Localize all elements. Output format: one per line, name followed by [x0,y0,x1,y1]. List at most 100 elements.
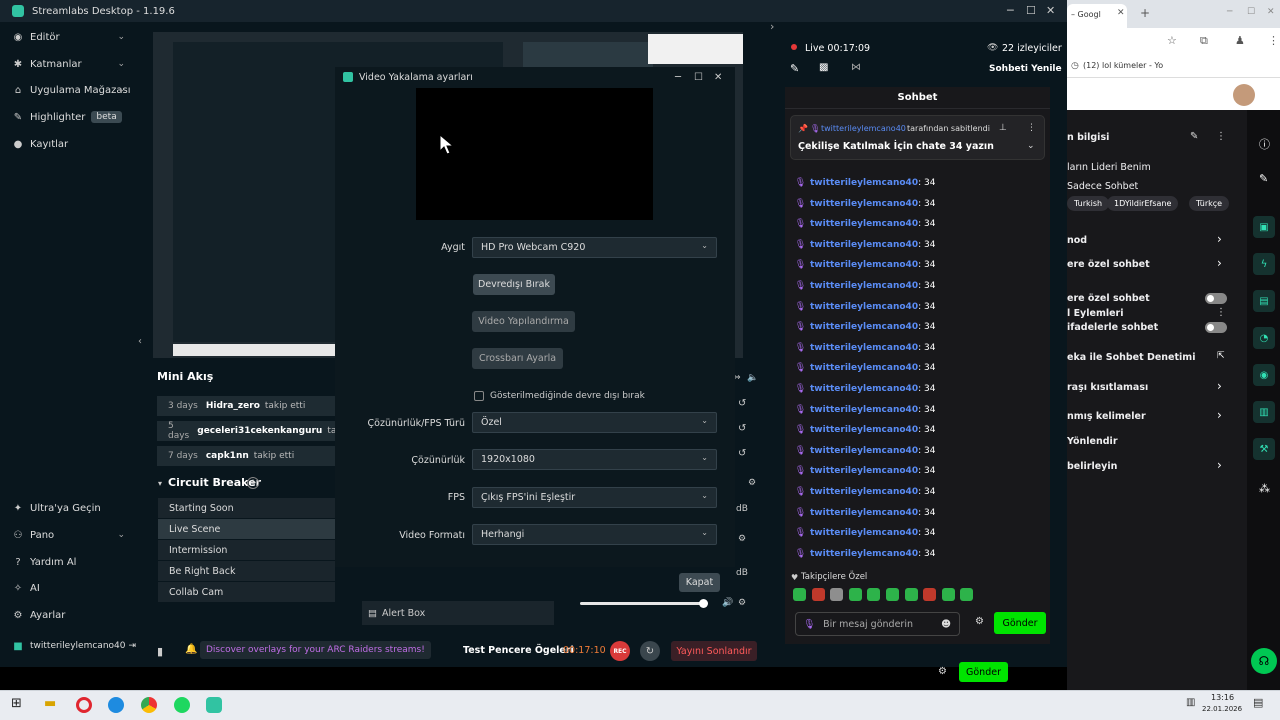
volume-slider[interactable] [580,602,705,605]
chevron-down-icon[interactable]: ⌄ [1027,141,1035,151]
toggle-switch[interactable] [1205,293,1227,304]
quick-action-item[interactable]: nmış kelimeler › [1067,408,1237,425]
refresh-chat-button[interactable]: Sohbeti Yenile [989,64,1062,74]
bookmark-item[interactable]: (12) lol kümeler - Yo [1083,61,1163,70]
feed-row[interactable]: 7 days capk1nn takip etti [157,446,337,466]
store-icon[interactable]: ▩ [819,62,828,73]
promo-banner[interactable]: Discover overlays for your ARC Raiders s… [200,641,431,659]
chat-message[interactable]: 🎙 twitterileylemcano40: 34 [795,197,1036,211]
scene-item[interactable]: Starting Soon [158,498,335,518]
chat-message[interactable]: 🎙 twitterileylemcano40: 34 [795,444,1036,458]
scene-item-active[interactable]: Live Scene [158,519,335,539]
quick-action-item[interactable]: belirleyin › [1067,458,1237,475]
chat-message[interactable]: 🎙 twitterileylemcano40: 34 [795,258,1036,272]
device-select[interactable]: HD Pro Webcam C920 ⌄ [472,237,717,258]
chat-username[interactable]: twitterileylemcano40 [810,549,918,559]
edit-icon[interactable]: ✎ [1190,131,1198,142]
collapse-right-icon[interactable]: › [770,20,774,33]
emoji-icon[interactable]: ☻ [941,619,951,630]
collapse-icon[interactable]: ▾ [158,479,162,488]
reset-icon[interactable]: ↺ [738,423,746,434]
chat-username[interactable]: twitterileylemcano40 [810,405,918,415]
sidebar-item-ultra[interactable]: ✦ Ultra'ya Geçin [0,498,137,518]
windows-start-icon[interactable]: ⊞ [11,696,22,711]
gear-icon[interactable]: ⚙ [738,534,746,544]
chat-username[interactable]: twitterileylemcano40 [810,219,918,229]
chat-username[interactable]: twitterileylemcano40 [810,240,918,250]
collapse-left-icon[interactable]: ‹ [138,336,142,347]
minimize-icon[interactable]: ─ [675,72,681,83]
sidebar-item-highlighter[interactable]: ✎ Highlighter beta [0,107,137,127]
source-item[interactable]: ▤ Alert Box [362,601,554,625]
chat-username[interactable]: twitterileylemcano40 [810,363,918,373]
chat-message[interactable]: 🎙 twitterileylemcano40: 34 [795,238,1036,252]
sidebar-item-app-store[interactable]: ⌂ Uygulama Mağazası ⌄ [0,80,137,100]
video-format-select[interactable]: Herhangi ⌄ [472,524,717,545]
notifications-icon[interactable]: ▤ [1253,696,1263,709]
new-tab-icon[interactable]: + [1140,6,1150,20]
chat-username[interactable]: twitterileylemcano40 [810,528,918,538]
chat-username[interactable]: twitterileylemcano40 [810,281,918,291]
chat-username[interactable]: twitterileylemcano40 [810,260,918,270]
replay-buffer-icon[interactable]: ↻ [640,641,660,661]
minimize-icon[interactable]: ─ [1227,7,1232,17]
quick-action-item[interactable]: ere özel sohbet › [1067,256,1237,273]
reset-icon[interactable]: ↺ [738,398,746,409]
edge-icon[interactable] [108,697,124,713]
fps-select[interactable]: Çıkış FPS'ini Eşleştir ⌄ [472,487,717,508]
stream-manager-icon[interactable]: ▣ [1253,216,1275,238]
disable-when-hidden-checkbox[interactable] [474,391,484,401]
chat-message[interactable]: 🎙 twitterileylemcano40: 34 [795,423,1036,437]
extension-icon[interactable]: ♟ [1235,34,1245,47]
emote-icon[interactable] [923,588,937,601]
scene-item[interactable]: Collab Cam [158,582,335,602]
feed-row[interactable]: 5 days geceleri31cekenkanguru takip [157,421,337,441]
sidebar-item-help[interactable]: ? Yardım Al [0,552,137,572]
scene-item[interactable]: Intermission [158,540,335,560]
chat-message[interactable]: 🎙 twitterileylemcano40: 34 [795,403,1036,417]
close-icon[interactable]: ✕ [1267,7,1275,17]
sidebar-item-layers[interactable]: ✱ Katmanlar ⌄ [0,54,137,74]
chat-username[interactable]: twitterileylemcano40 [810,466,918,476]
test-widgets-button[interactable]: Test Pencere Ögeleri [463,645,574,656]
sidebar-item-ai[interactable]: ✧ AI [0,578,137,598]
close-icon[interactable]: ✕ [1046,4,1055,17]
quick-action-item[interactable]: ere özel sohbet [1067,291,1237,307]
chat-message[interactable]: 🎙 twitterileylemcano40: 34 [795,485,1036,499]
rec-button[interactable]: REC [610,641,630,661]
chat-message[interactable]: 🎙 twitterileylemcano40: 34 [795,382,1036,396]
emote-icon[interactable] [811,588,825,601]
feed-row[interactable]: 3 days Hidra_zero takip etti [157,396,337,416]
gear-icon[interactable]: ⚙ [975,616,984,627]
edit-icon[interactable]: ✎ [790,62,799,75]
avatar[interactable] [1233,84,1255,106]
bell-icon[interactable]: 🔔 [185,644,197,655]
more-icon[interactable]: ⋮ [1268,34,1279,47]
sidebar-item-recordings[interactable]: ● Kayıtlar [0,134,137,154]
broadcast-icon[interactable]: ◉ [1253,364,1275,386]
document-icon[interactable]: ▤ [1253,290,1275,312]
send-button[interactable]: Gönder [994,612,1046,634]
sidebar-item-settings[interactable]: ⚙ Ayarlar [0,605,137,625]
close-icon[interactable]: ✕ [714,72,722,83]
unpin-icon[interactable]: ⊥ [999,123,1007,133]
pinned-message[interactable]: 📌 🎙 twitterileylemcano40 tarafından sabi… [790,115,1045,160]
end-stream-button[interactable]: Yayını Sonlandır [671,641,757,661]
bookmark-icon[interactable]: ☆ [1167,34,1177,47]
quick-action-item[interactable]: eka ile Sohbet Denetimi ⇱ [1067,350,1237,366]
chat-username[interactable]: twitterileylemcano40 [810,199,918,209]
gear-icon[interactable]: ⚙ [748,478,756,488]
scene-item[interactable]: Be Right Back [158,561,335,581]
wrench-icon[interactable]: ⚒ [1253,438,1275,460]
chat-message[interactable]: 🎙 twitterileylemcano40: 34 [795,464,1036,478]
logout-icon[interactable]: ⇥ [128,641,136,651]
info-icon[interactable]: ⓘ [1259,136,1270,152]
maximize-icon[interactable]: ☐ [1247,7,1255,17]
more-icon[interactable]: ⋮ [1216,307,1226,318]
gear-icon[interactable]: ⚙ [938,666,947,677]
extensions-icon[interactable]: ⁂ [1259,482,1270,495]
more-icon[interactable]: ⋮ [1216,131,1226,142]
chrome-icon[interactable] [141,697,157,713]
chat-username[interactable]: twitterileylemcano40 [810,384,918,394]
deactivate-button[interactable]: Devredışı Bırak [473,274,555,295]
